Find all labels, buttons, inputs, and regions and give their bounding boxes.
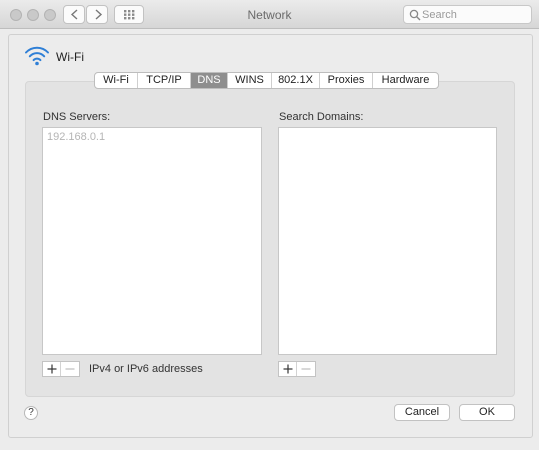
tab-dns[interactable]: DNS [191, 73, 228, 88]
tab-bar: Wi-Fi TCP/IP DNS WINS 802.1X Proxies Har… [94, 72, 439, 89]
wifi-icon [25, 46, 49, 66]
remove-dns-server-button[interactable] [61, 362, 79, 376]
ok-button[interactable]: OK [459, 404, 515, 421]
plus-icon [47, 364, 57, 374]
address-hint: IPv4 or IPv6 addresses [89, 363, 203, 375]
add-search-domain-button[interactable] [279, 362, 297, 376]
list-item[interactable]: 192.168.0.1 [47, 131, 105, 143]
dns-servers-label: DNS Servers: [43, 111, 111, 123]
plus-icon [283, 364, 293, 374]
interface-name: Wi-Fi [56, 50, 84, 64]
dns-servers-add-remove [42, 361, 80, 377]
search-domains-add-remove [278, 361, 316, 377]
minus-icon [301, 368, 311, 370]
tab-8021x[interactable]: 802.1X [272, 73, 320, 88]
remove-search-domain-button[interactable] [297, 362, 315, 376]
search-field[interactable] [403, 5, 532, 24]
tab-tcpip[interactable]: TCP/IP [138, 73, 191, 88]
add-dns-server-button[interactable] [43, 362, 61, 376]
search-icon [409, 9, 421, 21]
cancel-button[interactable]: Cancel [394, 404, 450, 421]
search-input[interactable] [422, 7, 527, 22]
search-domains-list[interactable] [278, 127, 497, 355]
help-button[interactable]: ? [24, 406, 38, 420]
dns-servers-list[interactable]: 192.168.0.1 [42, 127, 262, 355]
minus-icon [65, 368, 75, 370]
tab-wifi[interactable]: Wi-Fi [95, 73, 138, 88]
search-domains-label: Search Domains: [279, 111, 364, 123]
tab-hardware[interactable]: Hardware [373, 73, 438, 88]
window-titlebar: Network [0, 0, 539, 29]
tab-wins[interactable]: WINS [228, 73, 272, 88]
tab-proxies[interactable]: Proxies [320, 73, 373, 88]
